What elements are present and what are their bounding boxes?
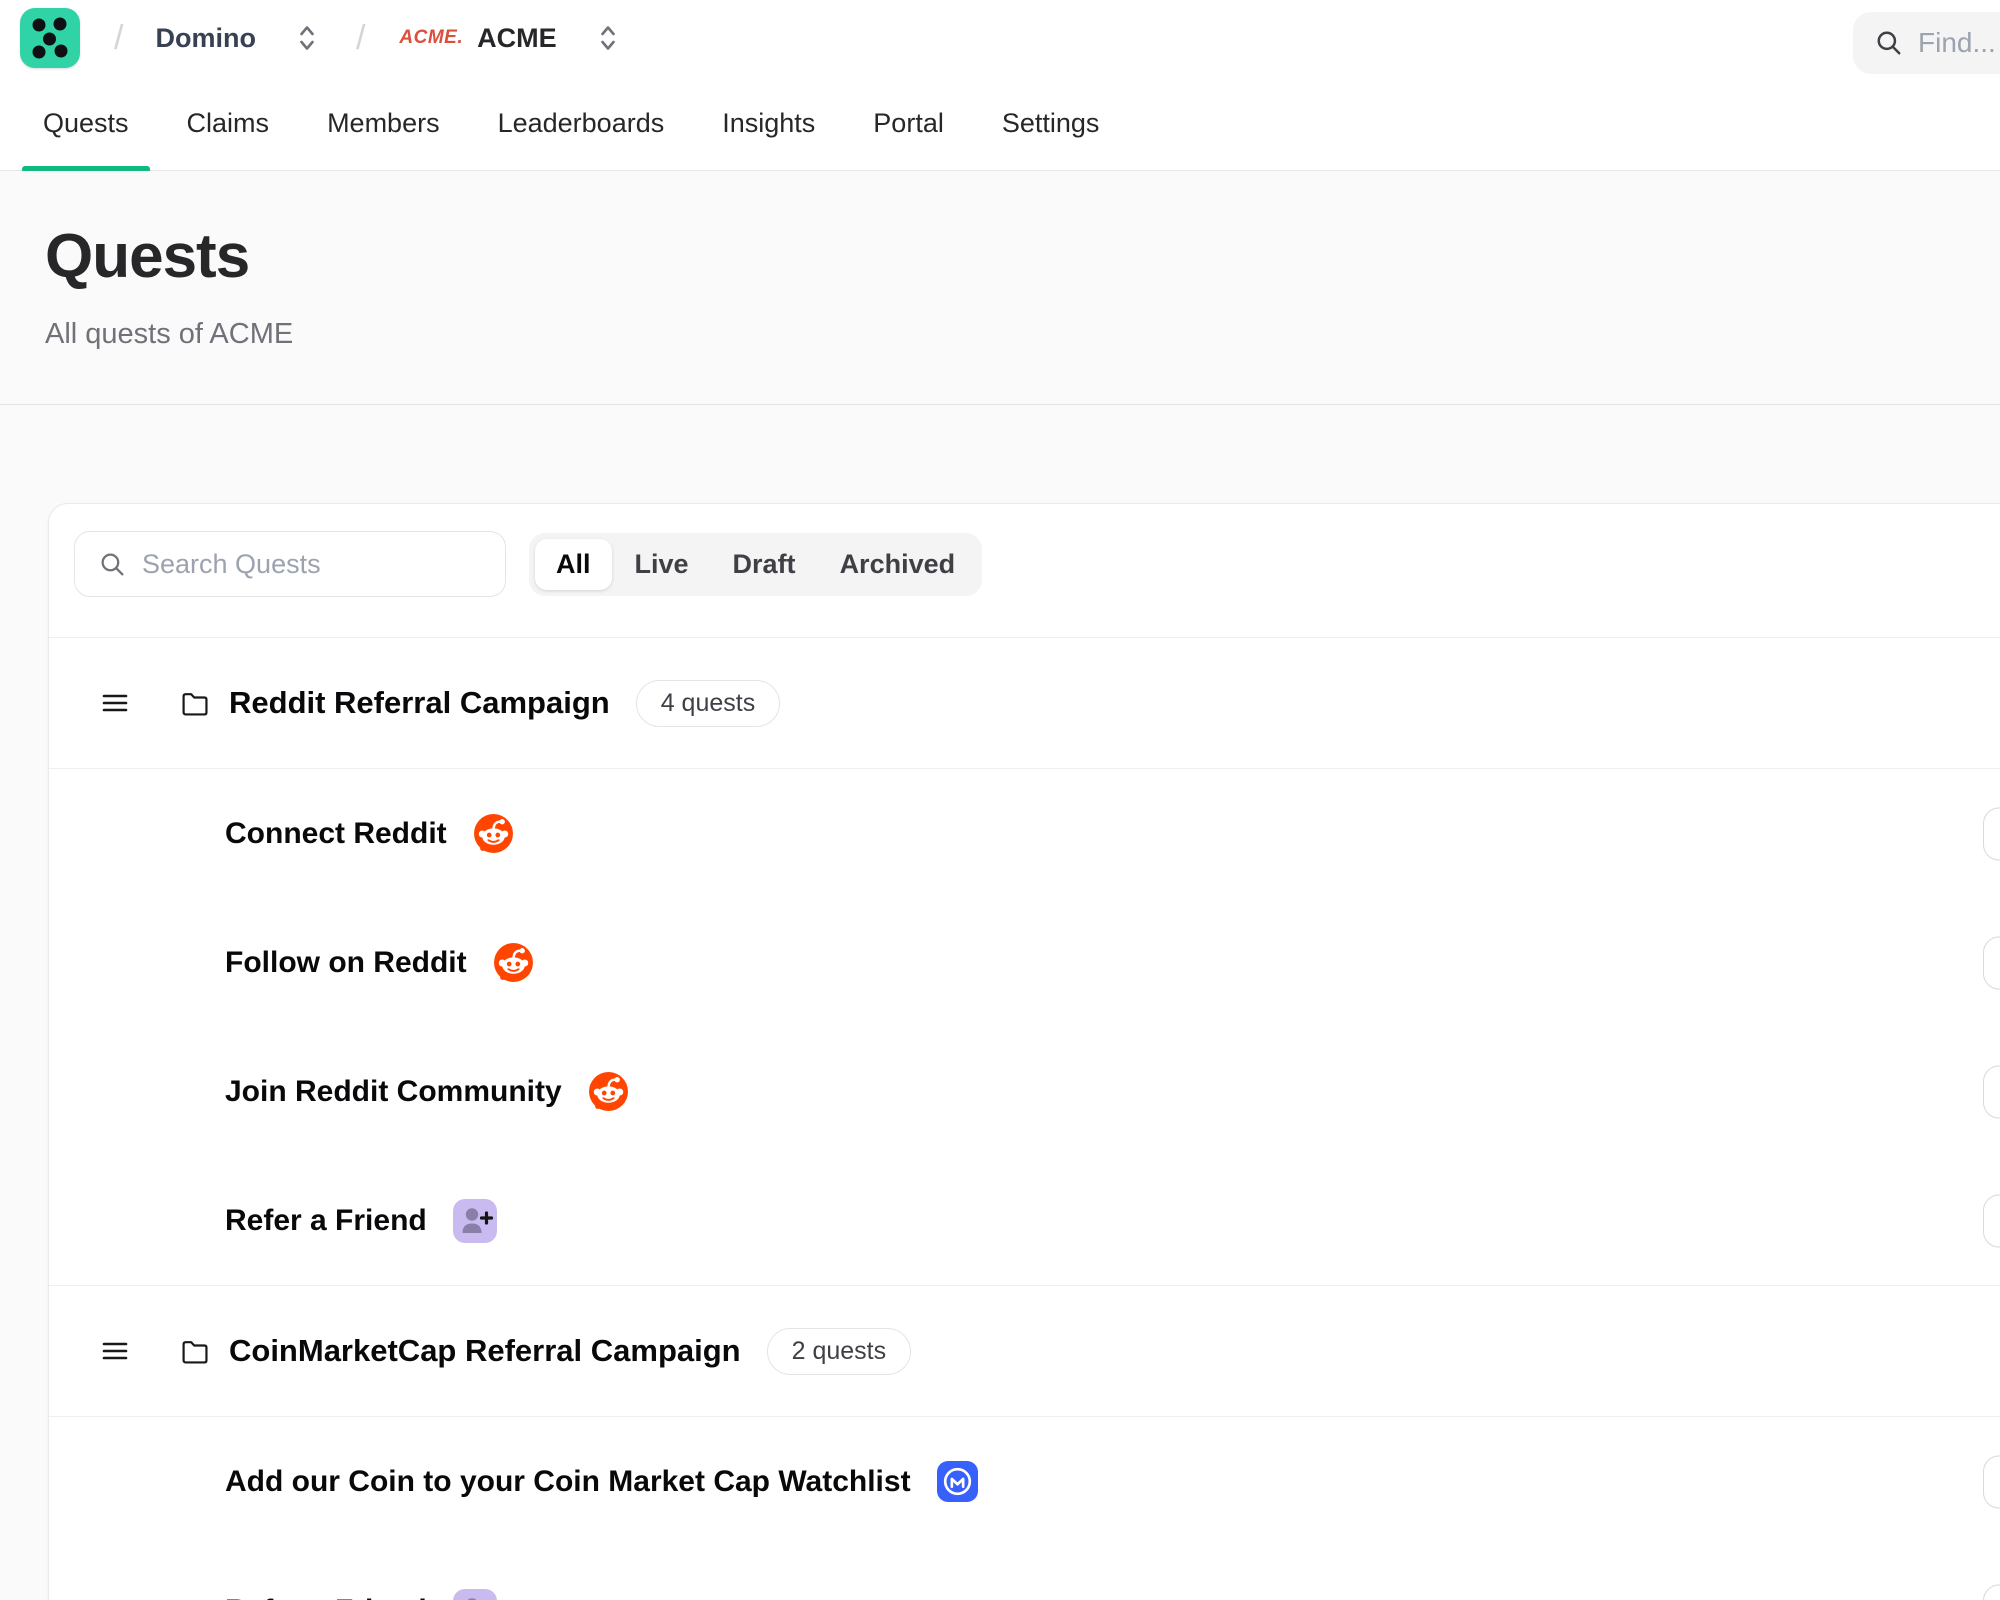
quest-row-refer-a-friend[interactable]: Refer a Friend [49, 1546, 2000, 1600]
nav-tabs: QuestsClaimsMembersLeaderboardsInsightsP… [0, 76, 2000, 170]
reddit-icon [493, 942, 534, 983]
group-header: Reddit Referral Campaign 4 quests [49, 638, 2000, 769]
search-icon [1875, 29, 1903, 57]
tab-claims[interactable]: Claims [166, 76, 291, 170]
app-switcher-chevrons-icon[interactable] [296, 23, 318, 53]
quests-toolbar: AllLiveDraftArchived [49, 504, 2000, 638]
drag-handle-icon[interactable] [102, 693, 128, 713]
filter-all[interactable]: All [535, 539, 612, 590]
app-logo-dice-icon[interactable] [20, 8, 80, 68]
drag-handle-icon[interactable] [102, 1341, 128, 1361]
refer-friend-icon [453, 1589, 497, 1600]
tab-leaderboards[interactable]: Leaderboards [477, 76, 686, 170]
quest-row-action-button[interactable] [1983, 1455, 2000, 1508]
filter-draft[interactable]: Draft [712, 539, 817, 590]
quest-title: Refer a Friend [225, 1204, 427, 1238]
quest-groups-list: Reddit Referral Campaign 4 quests Connect … [49, 638, 2000, 1600]
breadcrumb-separator: / [356, 19, 365, 58]
quest-row-join-reddit-community[interactable]: Join Reddit Community [49, 1027, 2000, 1156]
search-icon [99, 551, 126, 578]
quest-row-follow-on-reddit[interactable]: Follow on Reddit [49, 898, 2000, 1027]
quest-group-reddit-referral-campaign: Reddit Referral Campaign 4 quests Connect … [49, 638, 2000, 1285]
quest-count-badge: 2 quests [767, 1328, 912, 1375]
quest-group-coinmarketcap-referral-campaign: CoinMarketCap Referral Campaign 2 quests A… [49, 1285, 2000, 1600]
status-filter-group: AllLiveDraftArchived [529, 533, 982, 596]
folder-icon [181, 691, 208, 716]
org-logo: ACME. [399, 27, 463, 49]
quest-row-action-button[interactable] [1983, 936, 2000, 989]
quest-row-action-button[interactable] [1983, 1584, 2000, 1600]
quest-row-action-button[interactable] [1983, 807, 2000, 860]
quest-title: Follow on Reddit [225, 946, 467, 980]
quests-card: AllLiveDraftArchived Reddit Referral Cam… [48, 503, 2000, 1600]
page-hero: Quests All quests of ACME [0, 171, 2000, 405]
tab-members[interactable]: Members [306, 76, 461, 170]
page-title: Quests [45, 221, 2000, 292]
group-title: Reddit Referral Campaign [229, 685, 610, 721]
tab-quests[interactable]: Quests [22, 76, 150, 170]
reddit-icon [588, 1071, 629, 1112]
breadcrumb-org-name[interactable]: ACME [477, 23, 557, 54]
find-placeholder: Find... [1918, 27, 1996, 59]
org-switcher-chevrons-icon[interactable] [597, 23, 619, 53]
tab-insights[interactable]: Insights [701, 76, 836, 170]
group-title: CoinMarketCap Referral Campaign [229, 1333, 741, 1369]
quest-row-action-button[interactable] [1983, 1194, 2000, 1247]
search-quests-box[interactable] [74, 531, 506, 597]
tab-portal[interactable]: Portal [852, 76, 965, 170]
quest-row-add-our-coin-to-your-coin-market-cap-watchlist[interactable]: Add our Coin to your Coin Market Cap Wat… [49, 1417, 2000, 1546]
global-find-button[interactable]: Find... [1853, 12, 2000, 74]
quest-title: Join Reddit Community [225, 1075, 562, 1109]
breadcrumb: / Domino / ACME. ACME Find... [0, 0, 2000, 76]
breadcrumb-app-name[interactable]: Domino [155, 23, 256, 54]
tab-settings[interactable]: Settings [981, 76, 1121, 170]
page-subtitle: All quests of ACME [45, 318, 2000, 351]
filter-live[interactable]: Live [614, 539, 710, 590]
app-header: / Domino / ACME. ACME Find... [0, 0, 2000, 171]
folder-icon [181, 1339, 208, 1364]
quest-title: Refer a Friend [225, 1594, 427, 1600]
quest-row-connect-reddit[interactable]: Connect Reddit [49, 769, 2000, 898]
group-header: CoinMarketCap Referral Campaign 2 quests [49, 1286, 2000, 1417]
refer-friend-icon [453, 1199, 497, 1243]
search-quests-input[interactable] [142, 549, 442, 580]
quest-title: Connect Reddit [225, 817, 447, 851]
quest-title: Add our Coin to your Coin Market Cap Wat… [225, 1465, 911, 1499]
quest-row-action-button[interactable] [1983, 1065, 2000, 1118]
filter-archived[interactable]: Archived [819, 539, 977, 590]
breadcrumb-separator: / [114, 19, 123, 58]
reddit-icon [473, 813, 514, 854]
quest-count-badge: 4 quests [636, 680, 781, 727]
quest-row-refer-a-friend[interactable]: Refer a Friend [49, 1156, 2000, 1285]
coinmarketcap-icon [937, 1461, 978, 1502]
